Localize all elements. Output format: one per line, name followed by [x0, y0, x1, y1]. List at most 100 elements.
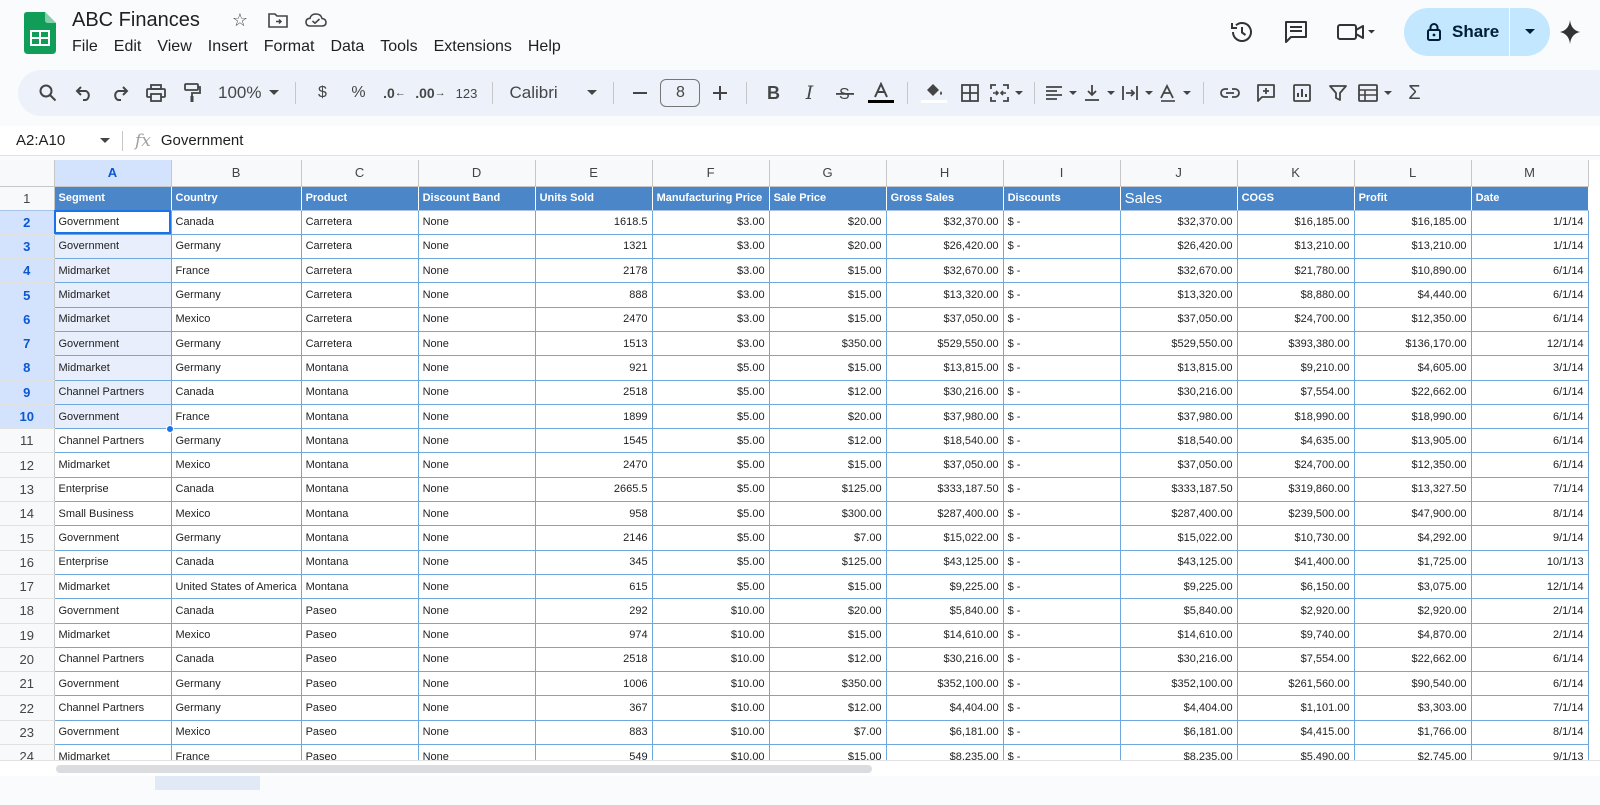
cell[interactable]: 6/1/14: [1471, 282, 1589, 308]
cell[interactable]: $5.00: [652, 501, 770, 527]
cell[interactable]: $6,150.00: [1237, 574, 1355, 600]
cell[interactable]: None: [418, 720, 536, 746]
cell[interactable]: $37,050.00: [886, 452, 1004, 478]
cell[interactable]: $47,900.00: [1354, 501, 1472, 527]
cell[interactable]: Enterprise: [54, 477, 172, 503]
cell[interactable]: $ -: [1003, 671, 1121, 697]
cell[interactable]: 1899: [535, 404, 653, 430]
cell[interactable]: $5.00: [652, 550, 770, 575]
cell[interactable]: Mexico: [171, 623, 302, 648]
cell[interactable]: $30,216.00: [886, 647, 1004, 673]
cell[interactable]: Government: [54, 404, 172, 430]
cell[interactable]: $12.00: [769, 647, 887, 673]
cell[interactable]: $3.00: [652, 282, 770, 308]
move-to-folder-icon[interactable]: [266, 9, 290, 31]
horizontal-align-icon[interactable]: [1045, 77, 1079, 109]
cell[interactable]: Montana: [301, 477, 419, 503]
cell[interactable]: $18,540.00: [1120, 428, 1238, 454]
cell[interactable]: $13,815.00: [886, 355, 1004, 381]
cell[interactable]: 2665.5: [535, 477, 653, 503]
cell[interactable]: 974: [535, 623, 653, 648]
cell[interactable]: 6/1/14: [1471, 452, 1589, 478]
cell[interactable]: None: [418, 695, 536, 721]
cell[interactable]: None: [418, 501, 536, 527]
cell[interactable]: Paseo: [301, 647, 419, 673]
column-header-m[interactable]: M: [1471, 160, 1589, 187]
cell[interactable]: $12.00: [769, 428, 887, 454]
cell[interactable]: 2/1/14: [1471, 598, 1589, 624]
cell[interactable]: $333,187.50: [1120, 477, 1238, 503]
document-title[interactable]: ABC Finances: [72, 9, 200, 32]
row-number[interactable]: 9: [0, 380, 55, 405]
cell[interactable]: $20.00: [769, 234, 887, 260]
cell[interactable]: $350.00: [769, 671, 887, 697]
cell[interactable]: $12.00: [769, 380, 887, 405]
insert-chart-icon[interactable]: [1286, 77, 1318, 109]
cell[interactable]: Small Business: [54, 501, 172, 527]
cell[interactable]: 2/1/14: [1471, 623, 1589, 648]
redo-icon[interactable]: [104, 77, 136, 109]
row-number[interactable]: 21: [0, 671, 55, 697]
cell[interactable]: $32,670.00: [886, 258, 1004, 284]
cell[interactable]: Government: [54, 525, 172, 551]
cell[interactable]: $ -: [1003, 695, 1121, 721]
cell[interactable]: $352,100.00: [886, 671, 1004, 697]
cell[interactable]: None: [418, 550, 536, 575]
cell[interactable]: $ -: [1003, 720, 1121, 746]
fill-color-icon[interactable]: [918, 77, 950, 109]
cell[interactable]: $319,860.00: [1237, 477, 1355, 503]
cell[interactable]: $529,550.00: [1120, 331, 1238, 357]
cell[interactable]: Montana: [301, 574, 419, 600]
cell[interactable]: $21,780.00: [1237, 258, 1355, 284]
horizontal-scrollbar[interactable]: [0, 760, 1600, 776]
cell[interactable]: $333,187.50: [886, 477, 1004, 503]
merge-cells-icon[interactable]: [990, 77, 1024, 109]
column-header-h[interactable]: H: [886, 160, 1004, 187]
cell[interactable]: $15.00: [769, 355, 887, 381]
cell[interactable]: $10.00: [652, 647, 770, 673]
name-box[interactable]: A2:A10: [0, 132, 114, 149]
cell[interactable]: 3/1/14: [1471, 355, 1589, 381]
cell[interactable]: $20.00: [769, 404, 887, 430]
row-number[interactable]: 7: [0, 331, 55, 357]
cell[interactable]: $3,303.00: [1354, 695, 1472, 721]
cell[interactable]: Paseo: [301, 671, 419, 697]
cell[interactable]: $ -: [1003, 428, 1121, 454]
cell[interactable]: $37,980.00: [886, 404, 1004, 430]
cell[interactable]: 7/1/14: [1471, 477, 1589, 503]
cell[interactable]: Midmarket: [54, 307, 172, 332]
spreadsheet-grid[interactable]: ABCDEFGHIJKLM 1 Segment Country Product Disc…: [0, 160, 1600, 775]
cell[interactable]: 2146: [535, 525, 653, 551]
cell[interactable]: Channel Partners: [54, 380, 172, 405]
text-rotation-icon[interactable]: [1159, 77, 1193, 109]
cell[interactable]: $37,050.00: [1120, 452, 1238, 478]
menu-edit[interactable]: Edit: [106, 36, 150, 58]
cell[interactable]: $7,554.00: [1237, 647, 1355, 673]
cell[interactable]: Government: [54, 234, 172, 260]
row-number[interactable]: 18: [0, 598, 55, 624]
cell[interactable]: $ -: [1003, 598, 1121, 624]
horizontal-scrollbar-thumb[interactable]: [56, 765, 872, 773]
version-history-icon[interactable]: [1222, 12, 1262, 52]
cell[interactable]: $30,216.00: [886, 380, 1004, 405]
cell[interactable]: Paseo: [301, 623, 419, 648]
cell[interactable]: $8,880.00: [1237, 282, 1355, 308]
cell[interactable]: 6/1/14: [1471, 647, 1589, 673]
cell[interactable]: $ -: [1003, 550, 1121, 575]
menu-extensions[interactable]: Extensions: [426, 36, 520, 58]
cell[interactable]: 6/1/14: [1471, 307, 1589, 332]
column-header-j[interactable]: J: [1120, 160, 1238, 187]
cell[interactable]: 12/1/14: [1471, 574, 1589, 600]
cell[interactable]: $13,905.00: [1354, 428, 1472, 454]
cell[interactable]: $16,185.00: [1354, 210, 1472, 235]
cell[interactable]: $13,210.00: [1237, 234, 1355, 260]
header-cell[interactable]: Discounts: [1003, 186, 1121, 211]
cell[interactable]: $9,225.00: [1120, 574, 1238, 600]
cell[interactable]: $15.00: [769, 307, 887, 332]
cell[interactable]: $3.00: [652, 258, 770, 284]
cell[interactable]: $13,815.00: [1120, 355, 1238, 381]
column-header-e[interactable]: E: [535, 160, 653, 187]
cell[interactable]: $5.00: [652, 452, 770, 478]
cell[interactable]: $ -: [1003, 404, 1121, 430]
cell[interactable]: $13,320.00: [886, 282, 1004, 308]
